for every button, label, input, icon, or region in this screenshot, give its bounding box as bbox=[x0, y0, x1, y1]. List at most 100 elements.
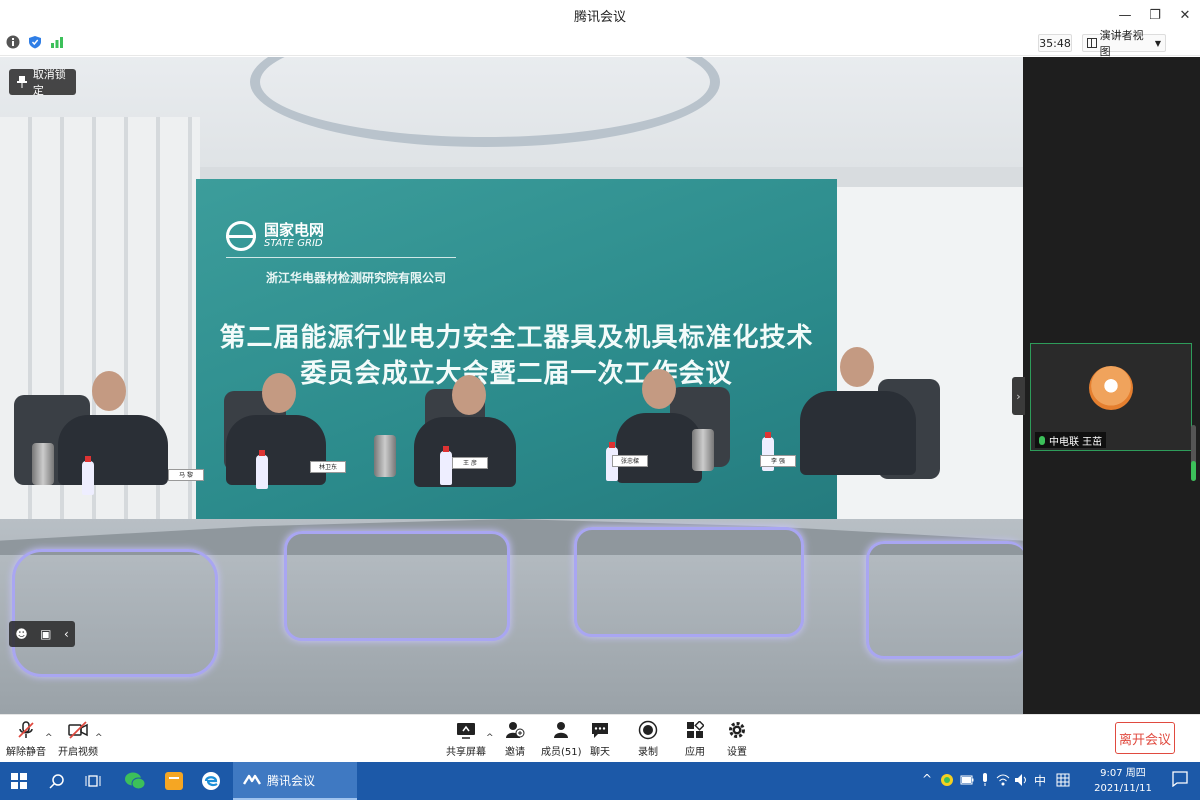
water-bottle bbox=[440, 446, 452, 485]
meeting-timer: 35:48 bbox=[1038, 34, 1072, 52]
start-video-label: 开启视频 bbox=[58, 747, 98, 758]
view-mode-label: 演讲者视图 bbox=[1099, 29, 1144, 58]
restore-icon[interactable]: ❐ bbox=[1140, 0, 1170, 30]
thermos bbox=[374, 435, 396, 477]
wifi-icon[interactable] bbox=[996, 773, 1010, 790]
clock-date: 2021/11/11 bbox=[1094, 783, 1152, 794]
members-button[interactable]: 成员(51) bbox=[541, 720, 582, 758]
invite-button[interactable]: 邀请 bbox=[505, 720, 525, 758]
chevron-up-icon[interactable]: ^ bbox=[95, 733, 103, 743]
wechat-icon[interactable] bbox=[124, 770, 146, 792]
lit-panel bbox=[866, 541, 1023, 659]
thermos bbox=[32, 443, 54, 485]
apps-button[interactable]: 应用 bbox=[685, 720, 705, 758]
tray-expand-icon[interactable]: ^ bbox=[922, 772, 932, 786]
windows-start-icon[interactable] bbox=[8, 770, 30, 792]
share-screen-icon bbox=[456, 720, 476, 740]
leave-meeting-button[interactable]: 离开会议 bbox=[1115, 722, 1175, 754]
invite-label: 邀请 bbox=[505, 747, 525, 758]
nameplate: 王 彦 bbox=[452, 457, 488, 469]
info-icon[interactable] bbox=[6, 35, 20, 49]
unlock-label: 取消锁定 bbox=[32, 68, 66, 97]
logo-en: STATE GRID bbox=[264, 238, 323, 249]
microphone-icon[interactable] bbox=[980, 773, 990, 790]
pin-icon bbox=[17, 76, 27, 88]
collapse-panel-button[interactable]: › bbox=[1012, 377, 1025, 415]
folder-app-icon[interactable] bbox=[163, 770, 185, 792]
settings-label: 设置 bbox=[727, 747, 747, 758]
tray-app-icon[interactable] bbox=[940, 773, 954, 790]
divider bbox=[226, 257, 456, 258]
window-title: 腾讯会议 bbox=[573, 9, 626, 25]
signal-icon[interactable] bbox=[50, 35, 64, 49]
battery-icon[interactable] bbox=[960, 773, 974, 790]
unlock-button[interactable]: 取消锁定 bbox=[9, 68, 76, 97]
window-controls: — ❐ ✕ bbox=[1110, 0, 1200, 30]
settings-button[interactable]: 设置 bbox=[727, 720, 747, 758]
bubble-icon[interactable]: ▣ bbox=[40, 627, 51, 641]
edge-icon[interactable] bbox=[200, 770, 222, 792]
close-icon[interactable]: ✕ bbox=[1170, 0, 1200, 30]
participant-tile[interactable]: 中电联 王茁 bbox=[1030, 343, 1192, 451]
apps-icon bbox=[685, 720, 705, 740]
unmute-button[interactable]: 解除静音 bbox=[6, 720, 46, 758]
taskbar-tencent-meeting[interactable]: 腾讯会议 bbox=[233, 762, 357, 800]
company-name: 浙江华电器材检测研究院有限公司 bbox=[266, 271, 447, 285]
task-view-icon[interactable] bbox=[82, 770, 104, 792]
keyboard-icon[interactable] bbox=[1056, 773, 1070, 790]
notification-icon[interactable] bbox=[1172, 771, 1188, 790]
windows-taskbar: 腾讯会议 ^ 中 9:07 周四 2021/11/11 bbox=[0, 762, 1200, 800]
main-video[interactable]: 国家电网 STATE GRID 浙江华电器材检测研究院有限公司 第二届能源行业电… bbox=[0, 57, 1023, 714]
mic-icon bbox=[1039, 435, 1045, 445]
state-grid-logo: 国家电网 STATE GRID bbox=[226, 221, 324, 251]
volume-icon[interactable] bbox=[1014, 773, 1028, 790]
avatar bbox=[1089, 366, 1133, 410]
attendee-body bbox=[226, 415, 326, 485]
chevron-left-icon[interactable]: ‹ bbox=[64, 627, 69, 641]
shield-icon[interactable] bbox=[28, 35, 42, 49]
attendee-head bbox=[840, 347, 874, 387]
lit-panel bbox=[574, 527, 804, 637]
title-bar: 腾讯会议 — ❐ ✕ bbox=[0, 0, 1200, 30]
participant-name: 中电联 王茁 bbox=[1049, 436, 1103, 448]
attendee-body bbox=[414, 417, 516, 487]
share-screen-button[interactable]: 共享屏幕 bbox=[446, 720, 486, 758]
clock-time: 9:07 周四 bbox=[1100, 768, 1146, 779]
thermos bbox=[692, 429, 714, 471]
chat-button[interactable]: 聊天 bbox=[590, 720, 610, 758]
lit-panel bbox=[12, 549, 218, 677]
attendee-head bbox=[262, 373, 296, 413]
audio-level-scrollbar[interactable] bbox=[1191, 425, 1196, 481]
members-label: 成员(51) bbox=[541, 747, 582, 758]
system-clock[interactable]: 9:07 周四 2021/11/11 bbox=[1088, 766, 1158, 796]
search-icon[interactable] bbox=[46, 770, 68, 792]
input-method-indicator[interactable]: 中 bbox=[1034, 772, 1046, 789]
meeting-toolbar: 解除静音 ^ 开启视频 ^ 共享屏幕 ^ 邀请 成员(51) 聊天 录制 应用 … bbox=[0, 714, 1200, 762]
attendee-body bbox=[58, 415, 168, 485]
start-video-button[interactable]: 开启视频 bbox=[58, 720, 98, 758]
members-icon bbox=[551, 720, 571, 740]
emoji-icon[interactable]: ☻ bbox=[15, 627, 28, 641]
chat-label: 聊天 bbox=[590, 747, 610, 758]
attendee-body bbox=[616, 413, 702, 483]
minimize-icon[interactable]: — bbox=[1110, 0, 1140, 30]
meeting-status-bar: 35:48 演讲者视图 ▼ bbox=[0, 29, 1200, 58]
tencent-meeting-icon bbox=[243, 774, 261, 785]
attendee-head bbox=[452, 375, 486, 415]
share-screen-label: 共享屏幕 bbox=[446, 747, 486, 758]
chevron-up-icon[interactable]: ^ bbox=[45, 733, 53, 743]
banner-headline-1: 第二届能源行业电力安全工器具及机具标准化技术 bbox=[219, 323, 814, 353]
mic-muted-icon bbox=[16, 720, 36, 740]
chevron-right-icon: › bbox=[1016, 389, 1021, 403]
participant-label: 中电联 王茁 bbox=[1035, 432, 1107, 448]
water-bottle bbox=[82, 456, 94, 495]
nameplate: 马 黎 bbox=[168, 469, 204, 481]
record-button[interactable]: 录制 bbox=[638, 720, 658, 758]
logo-cn: 国家电网 bbox=[264, 221, 325, 239]
chat-icon bbox=[590, 720, 610, 740]
lit-panel bbox=[284, 531, 510, 641]
attendee-body bbox=[800, 391, 916, 475]
event-banner: 国家电网 STATE GRID 浙江华电器材检测研究院有限公司 第二届能源行业电… bbox=[196, 179, 837, 539]
chevron-up-icon[interactable]: ^ bbox=[486, 733, 494, 743]
view-mode-dropdown[interactable]: 演讲者视图 ▼ bbox=[1082, 29, 1166, 58]
